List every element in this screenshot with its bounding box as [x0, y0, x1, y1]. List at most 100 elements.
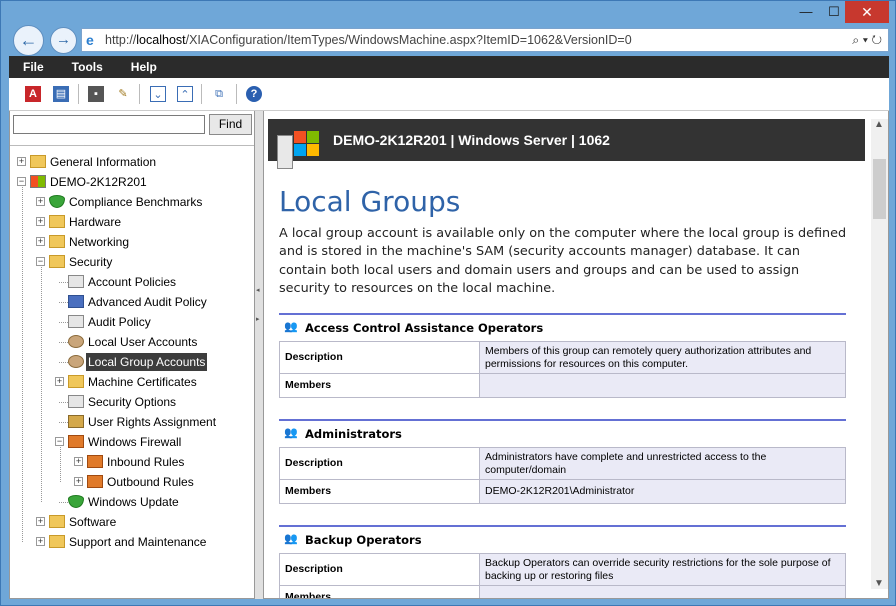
tree-item-label[interactable]: User Rights Assignment: [86, 413, 218, 431]
scroll-thumb[interactable]: [873, 159, 886, 219]
tree-item[interactable]: + Software: [10, 513, 250, 531]
collapse-icon[interactable]: −: [55, 437, 64, 446]
pane-splitter[interactable]: ◂ ▸: [255, 111, 263, 599]
tree-item-label[interactable]: Outbound Rules: [105, 473, 196, 491]
tree-item[interactable]: Advanced Audit Policy: [10, 293, 250, 311]
firewall-icon: [87, 455, 103, 468]
windows-logo-icon: [294, 131, 320, 157]
tree-item-label[interactable]: Windows Firewall: [86, 433, 183, 451]
content-pane: DEMO-2K12R201 | Windows Server | 1062 Lo…: [263, 111, 889, 599]
pdf-icon[interactable]: A: [25, 86, 41, 102]
group-description: Administrators have complete and unrestr…: [479, 447, 846, 480]
tree-item[interactable]: + Hardware: [10, 213, 250, 231]
find-button[interactable]: Find: [209, 114, 252, 135]
tree-item-label[interactable]: Support and Maintenance: [67, 533, 208, 551]
tree-item-label[interactable]: Compliance Benchmarks: [67, 193, 204, 211]
toolbar: A ▤ ▪ ✎ ⌄ ⌃ ⧉ ?: [9, 78, 889, 111]
tree-item[interactable]: Local Group Accounts: [10, 353, 250, 371]
scroll-up-icon[interactable]: ▲: [874, 119, 884, 130]
edit-icon[interactable]: ✎: [115, 86, 131, 102]
tree-item[interactable]: Security Options: [10, 393, 250, 411]
page-title: Local Groups: [279, 185, 461, 218]
tree-item[interactable]: + Support and Maintenance: [10, 533, 250, 551]
expand-icon[interactable]: +: [74, 457, 83, 466]
export-icon[interactable]: ▤: [53, 86, 69, 102]
scroll-down-icon[interactable]: ▼: [874, 578, 884, 589]
tree-item-label[interactable]: DEMO-2K12R201: [48, 173, 149, 191]
tree-item[interactable]: + Outbound Rules: [10, 473, 250, 491]
members-label: Members: [279, 373, 480, 398]
tree-item-label[interactable]: Machine Certificates: [86, 373, 199, 391]
search-input[interactable]: [13, 115, 205, 134]
help-icon[interactable]: ?: [246, 86, 262, 102]
tree-item[interactable]: User Rights Assignment: [10, 413, 250, 431]
tree-item-label[interactable]: Advanced Audit Policy: [86, 293, 209, 311]
expand-icon[interactable]: +: [36, 237, 45, 246]
tree-item[interactable]: − Security: [10, 253, 250, 271]
menu-help[interactable]: Help: [117, 56, 171, 78]
address-tools-icon[interactable]: ⌕ ▾ ↻: [852, 29, 882, 51]
save-icon[interactable]: ▪: [88, 86, 104, 102]
collapse-icon[interactable]: −: [36, 257, 45, 266]
close-button[interactable]: ✕: [845, 1, 889, 23]
description-label: Description: [279, 553, 480, 586]
expand-icon[interactable]: +: [17, 157, 26, 166]
shield-icon: [68, 495, 84, 508]
tree-item[interactable]: − Windows Firewall: [10, 433, 250, 451]
collapse-all-icon[interactable]: ⌃: [177, 86, 193, 102]
tree-item[interactable]: Windows Update: [10, 493, 250, 511]
back-button[interactable]: ←: [13, 25, 44, 56]
tree-item[interactable]: − DEMO-2K12R201: [10, 173, 250, 191]
tree-item[interactable]: Audit Policy: [10, 313, 250, 331]
users-icon: [68, 335, 84, 348]
collapse-icon[interactable]: −: [17, 177, 26, 186]
navigation-pane: Find + General Information − DEMO-2K12R201 +…: [9, 111, 255, 599]
group-members: DEMO-2K12R201\Administrator: [479, 479, 846, 504]
folder-icon: [49, 235, 65, 248]
expand-icon[interactable]: +: [36, 537, 45, 546]
page-header: DEMO-2K12R201 | Windows Server | 1062: [268, 119, 865, 161]
tree-item-label[interactable]: Networking: [67, 233, 131, 251]
expand-icon[interactable]: +: [36, 217, 45, 226]
group-table: Description Members of this group can rem…: [279, 341, 846, 398]
expand-icon[interactable]: +: [36, 517, 45, 526]
tree-item-label[interactable]: Software: [67, 513, 118, 531]
tree-item-label[interactable]: Hardware: [67, 213, 123, 231]
expand-icon[interactable]: +: [74, 477, 83, 486]
tree-item-label[interactable]: Account Policies: [86, 273, 178, 291]
tree-item[interactable]: + Machine Certificates: [10, 373, 250, 391]
tree-item-label[interactable]: Audit Policy: [86, 313, 153, 331]
tree-item-label[interactable]: Security Options: [86, 393, 178, 411]
folder-icon: [49, 255, 65, 268]
tree-item[interactable]: + Compliance Benchmarks: [10, 193, 250, 211]
tree-item[interactable]: + General Information: [10, 153, 250, 171]
folder-icon: [49, 215, 65, 228]
tree-item[interactable]: Account Policies: [10, 273, 250, 291]
group-description: Members of this group can remotely query…: [479, 341, 846, 374]
tree-item-label[interactable]: Inbound Rules: [105, 453, 186, 471]
menu-tools[interactable]: Tools: [58, 56, 117, 78]
folder-icon: [68, 375, 84, 388]
tree-item[interactable]: + Inbound Rules: [10, 453, 250, 471]
expand-all-icon[interactable]: ⌄: [150, 86, 166, 102]
tree-item[interactable]: Local User Accounts: [10, 333, 250, 351]
tree-item-label[interactable]: Windows Update: [86, 493, 181, 511]
tree-item[interactable]: + Networking: [10, 233, 250, 251]
users-icon: [68, 355, 84, 368]
tree-item-label[interactable]: General Information: [48, 153, 158, 171]
expand-icon[interactable]: +: [55, 377, 64, 386]
compare-icon[interactable]: ⧉: [211, 86, 227, 102]
tree-item-label[interactable]: Local User Accounts: [86, 333, 199, 351]
tree-item-label[interactable]: Security: [67, 253, 114, 271]
description-label: Description: [279, 447, 480, 480]
audit-icon: [68, 295, 84, 308]
address-bar[interactable]: e http://localhost/XIAConfiguration/Item…: [81, 28, 889, 52]
menu-file[interactable]: File: [9, 56, 58, 78]
tree-item-label[interactable]: Local Group Accounts: [86, 353, 208, 371]
ie-logo-icon: e: [86, 32, 94, 48]
description-label: Description: [279, 341, 480, 374]
forward-button[interactable]: →: [50, 27, 77, 54]
minimize-button[interactable]: —: [791, 1, 821, 23]
content-scrollbar[interactable]: ▲ ▼: [871, 119, 888, 589]
expand-icon[interactable]: +: [36, 197, 45, 206]
